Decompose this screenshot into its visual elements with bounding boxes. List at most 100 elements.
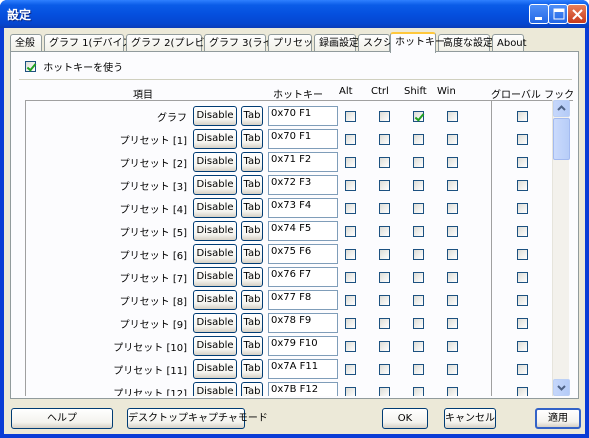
disable-button[interactable]: Disable	[193, 244, 237, 264]
tab-graph3-live[interactable]: グラフ 3(ライブ)	[204, 34, 286, 52]
ctrl-checkbox[interactable]	[379, 226, 390, 237]
hotkey-input[interactable]: 0x79 F10	[268, 336, 338, 356]
hotkey-input[interactable]: 0x7A F11	[268, 359, 338, 379]
alt-checkbox[interactable]	[345, 249, 356, 260]
scroll-up-button[interactable]	[553, 100, 570, 117]
tab-key-button[interactable]: Tab	[241, 244, 263, 264]
shift-checkbox[interactable]	[413, 272, 424, 283]
hotkey-input[interactable]: 0x77 F8	[268, 290, 338, 310]
close-button[interactable]	[567, 4, 587, 24]
disable-button[interactable]: Disable	[193, 106, 237, 126]
disable-button[interactable]: Disable	[193, 129, 237, 149]
tab-key-button[interactable]: Tab	[241, 175, 263, 195]
tab-key-button[interactable]: Tab	[241, 129, 263, 149]
win-checkbox[interactable]	[447, 249, 458, 260]
win-checkbox[interactable]	[447, 272, 458, 283]
ctrl-checkbox[interactable]	[379, 341, 390, 352]
shift-checkbox[interactable]	[413, 295, 424, 306]
title-bar[interactable]: 設定	[0, 0, 589, 28]
shift-checkbox[interactable]	[413, 134, 424, 145]
disable-button[interactable]: Disable	[193, 290, 237, 310]
tab-key-button[interactable]: Tab	[241, 198, 263, 218]
hotkey-input[interactable]: 0x71 F2	[268, 152, 338, 172]
hotkey-input[interactable]: 0x74 F5	[268, 221, 338, 241]
alt-checkbox[interactable]	[345, 226, 356, 237]
disable-button[interactable]: Disable	[193, 198, 237, 218]
global-hook-checkbox[interactable]	[517, 318, 528, 329]
tab-key-button[interactable]: Tab	[241, 336, 263, 356]
ctrl-checkbox[interactable]	[379, 157, 390, 168]
scroll-thumb[interactable]	[553, 118, 570, 160]
tab-key-button[interactable]: Tab	[241, 106, 263, 126]
hotkey-input[interactable]: 0x70 F1	[268, 129, 338, 149]
use-hotkey-checkbox[interactable]	[25, 61, 36, 72]
win-checkbox[interactable]	[447, 111, 458, 122]
shift-checkbox[interactable]	[413, 364, 424, 375]
cancel-button[interactable]: キャンセル	[444, 408, 496, 429]
ctrl-checkbox[interactable]	[379, 203, 390, 214]
alt-checkbox[interactable]	[345, 341, 356, 352]
alt-checkbox[interactable]	[345, 295, 356, 306]
disable-button[interactable]: Disable	[193, 359, 237, 379]
global-hook-checkbox[interactable]	[517, 203, 528, 214]
ctrl-checkbox[interactable]	[379, 180, 390, 191]
apply-button[interactable]: 適用	[535, 408, 581, 429]
alt-checkbox[interactable]	[345, 387, 356, 396]
tab-key-button[interactable]: Tab	[241, 152, 263, 172]
ctrl-checkbox[interactable]	[379, 111, 390, 122]
tab-key-button[interactable]: Tab	[241, 290, 263, 310]
help-button[interactable]: ヘルプ	[11, 408, 113, 429]
tab-key-button[interactable]: Tab	[241, 382, 263, 396]
hotkey-input[interactable]: 0x73 F4	[268, 198, 338, 218]
shift-checkbox[interactable]	[413, 157, 424, 168]
win-checkbox[interactable]	[447, 157, 458, 168]
global-hook-checkbox[interactable]	[517, 111, 528, 122]
ctrl-checkbox[interactable]	[379, 364, 390, 375]
alt-checkbox[interactable]	[345, 364, 356, 375]
global-hook-checkbox[interactable]	[517, 295, 528, 306]
ctrl-checkbox[interactable]	[379, 249, 390, 260]
disable-button[interactable]: Disable	[193, 175, 237, 195]
tab-about[interactable]: About	[492, 34, 527, 52]
maximize-button[interactable]	[548, 4, 568, 24]
alt-checkbox[interactable]	[345, 111, 356, 122]
hotkey-input[interactable]: 0x70 F1	[268, 106, 338, 126]
win-checkbox[interactable]	[447, 134, 458, 145]
ok-button[interactable]: OK	[382, 408, 428, 429]
win-checkbox[interactable]	[447, 295, 458, 306]
alt-checkbox[interactable]	[345, 203, 356, 214]
shift-checkbox[interactable]	[413, 203, 424, 214]
global-hook-checkbox[interactable]	[517, 249, 528, 260]
disable-button[interactable]: Disable	[193, 267, 237, 287]
global-hook-checkbox[interactable]	[517, 272, 528, 283]
tab-key-button[interactable]: Tab	[241, 221, 263, 241]
global-hook-checkbox[interactable]	[517, 341, 528, 352]
hotkey-input[interactable]: 0x76 F7	[268, 267, 338, 287]
global-hook-checkbox[interactable]	[517, 134, 528, 145]
tab-general[interactable]: 全般	[10, 34, 42, 52]
tab-graph2-preview[interactable]: グラフ 2(プレビュー)	[126, 34, 228, 52]
hotkey-input[interactable]: 0x7B F12	[268, 382, 338, 396]
tab-presets[interactable]: プリセット	[268, 34, 323, 52]
global-hook-checkbox[interactable]	[517, 157, 528, 168]
hotkey-input[interactable]: 0x75 F6	[268, 244, 338, 264]
global-hook-checkbox[interactable]	[517, 226, 528, 237]
global-hook-checkbox[interactable]	[517, 387, 528, 396]
disable-button[interactable]: Disable	[193, 221, 237, 241]
shift-checkbox[interactable]	[413, 249, 424, 260]
scroll-down-button[interactable]	[553, 379, 570, 396]
minimize-button[interactable]	[529, 4, 549, 24]
tab-key-button[interactable]: Tab	[241, 313, 263, 333]
hotkey-input[interactable]: 0x78 F9	[268, 313, 338, 333]
alt-checkbox[interactable]	[345, 180, 356, 191]
win-checkbox[interactable]	[447, 364, 458, 375]
tab-screenshot[interactable]: スクショ	[358, 34, 403, 52]
disable-button[interactable]: Disable	[193, 152, 237, 172]
shift-checkbox[interactable]	[413, 111, 424, 122]
disable-button[interactable]: Disable	[193, 336, 237, 356]
ctrl-checkbox[interactable]	[379, 318, 390, 329]
disable-button[interactable]: Disable	[193, 382, 237, 396]
global-hook-checkbox[interactable]	[517, 180, 528, 191]
disable-button[interactable]: Disable	[193, 313, 237, 333]
shift-checkbox[interactable]	[413, 180, 424, 191]
